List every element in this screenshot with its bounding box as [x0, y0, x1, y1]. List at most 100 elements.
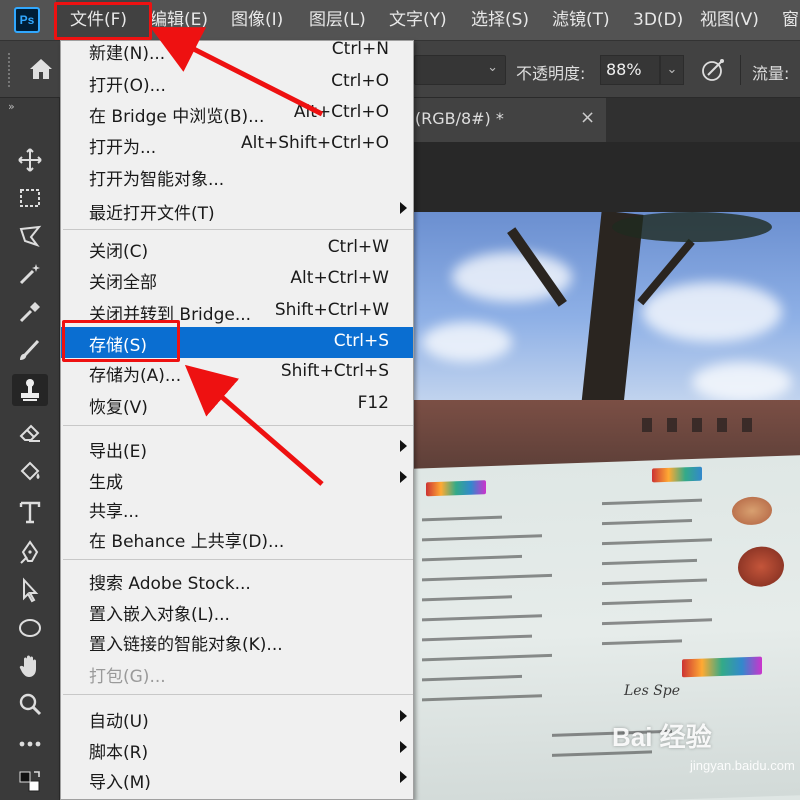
menu-item-export[interactable]: 导出(E) — [61, 433, 413, 464]
menu-item-label: 最近打开文件(T) — [89, 204, 215, 224]
submenu-arrow-icon — [400, 202, 407, 214]
menu-item-open-smart-object[interactable]: 打开为智能对象... — [61, 161, 413, 192]
menu-image[interactable]: 图像(I) — [231, 0, 283, 40]
menu-decoration — [682, 656, 762, 678]
menu-item-open[interactable]: 打开(O)... Ctrl+O — [61, 67, 413, 98]
menu-window[interactable]: 窗 — [782, 0, 799, 40]
menu-text-line — [602, 639, 682, 646]
flow-label: 流量: — [752, 64, 790, 83]
menu-text-line — [422, 634, 532, 642]
menu-text-line — [422, 515, 502, 522]
menu-text-line — [422, 554, 522, 562]
submenu-arrow-icon — [400, 771, 407, 783]
hand-icon[interactable] — [12, 650, 48, 682]
zoom-icon[interactable] — [12, 688, 48, 720]
menu-item-revert[interactable]: 恢复(V) F12 — [61, 389, 413, 420]
menu-item-recent-files[interactable]: 最近打开文件(T) — [61, 195, 413, 226]
file-menu-dropdown: 新建(N)... Ctrl+N 打开(O)... Ctrl+O 在 Bridge 中… — [60, 39, 414, 800]
close-icon[interactable]: × — [580, 107, 595, 128]
menu-text-line — [602, 558, 697, 566]
menu-text-line — [422, 614, 542, 622]
photoshop-window: Ps 文件(F) 编辑(E) 图像(I) 图层(L) 文字(Y) 选择(S) 滤… — [0, 0, 800, 800]
menu-item-search-adobe-stock[interactable]: 搜索 Adobe Stock... — [61, 565, 413, 596]
menu-item-label: 打开(O)... — [89, 76, 166, 96]
menu-item-place-linked[interactable]: 置入链接的智能对象(K)... — [61, 626, 413, 657]
menu-item-place-embedded[interactable]: 置入嵌入对象(L)... — [61, 596, 413, 627]
menu-text-line — [422, 573, 552, 582]
menu-type[interactable]: 文字(Y) — [389, 0, 447, 40]
menu-text-line — [602, 598, 692, 606]
menu-item-shortcut: Shift+Ctrl+S — [280, 361, 389, 381]
collapse-icon[interactable]: » — [8, 100, 15, 113]
menu-layer[interactable]: 图层(L) — [309, 0, 366, 40]
menu-item-share[interactable]: 共享... — [61, 493, 413, 524]
menu-item-browse-bridge[interactable]: 在 Bridge 中浏览(B)... Alt+Ctrl+O — [61, 98, 413, 129]
paint-bucket-icon[interactable] — [12, 456, 48, 488]
menu-item-scripts[interactable]: 脚本(R) — [61, 734, 413, 765]
menu-item-automate[interactable]: 自动(U) — [61, 703, 413, 734]
magic-wand-icon[interactable] — [12, 258, 48, 290]
color-swatch-icon[interactable] — [12, 766, 48, 798]
more-icon[interactable] — [12, 728, 48, 760]
menu-divider — [63, 559, 413, 560]
eyedropper-icon[interactable] — [12, 296, 48, 328]
photoshop-logo: Ps — [14, 7, 40, 33]
window — [667, 418, 677, 432]
airbrush-icon[interactable] — [700, 57, 726, 83]
brush-icon[interactable] — [12, 334, 48, 366]
menu-item-generate[interactable]: 生成 — [61, 464, 413, 495]
menu-item-close-all[interactable]: 关闭全部 Alt+Ctrl+W — [61, 264, 413, 295]
marquee-icon[interactable] — [12, 182, 48, 214]
menu-filter[interactable]: 滤镜(T) — [552, 0, 610, 40]
pen-icon[interactable] — [12, 536, 48, 568]
menu-item-label: 在 Behance 上共享(D)... — [89, 532, 285, 552]
options-grip[interactable] — [8, 53, 14, 87]
opacity-input[interactable]: 88% — [600, 55, 660, 85]
mode-select[interactable]: ⌄ — [414, 55, 506, 85]
move-icon[interactable] — [12, 144, 48, 176]
menu-text-line — [602, 618, 712, 626]
menu-item-open-as[interactable]: 打开为... Alt+Shift+Ctrl+O — [61, 129, 413, 160]
cloud — [422, 322, 512, 362]
menu-item-label: 打包(G)... — [89, 667, 166, 687]
annotation-box-file-menu — [54, 2, 152, 40]
menu-item-label: 导出(E) — [89, 442, 148, 462]
menu-edit[interactable]: 编辑(E) — [150, 0, 208, 40]
menu-item-label: 关闭全部 — [89, 273, 157, 293]
menu-text-line — [422, 595, 512, 602]
lasso-icon[interactable] — [12, 220, 48, 252]
submenu-arrow-icon — [400, 710, 407, 722]
submenu-arrow-icon — [400, 471, 407, 483]
menu-item-label: 生成 — [89, 473, 123, 493]
menu-item-shortcut: F12 — [357, 393, 389, 413]
menu-item-shortcut: Alt+Shift+Ctrl+O — [240, 133, 389, 153]
home-icon[interactable] — [28, 57, 54, 81]
eraser-icon[interactable] — [12, 416, 48, 448]
ellipse-icon[interactable] — [12, 612, 48, 644]
menu-text-line — [602, 578, 707, 586]
dish-image — [738, 545, 784, 588]
menu-view[interactable]: 视图(V) — [700, 0, 759, 40]
menu-decoration — [652, 466, 702, 483]
menu-item-shortcut: Ctrl+W — [327, 237, 389, 257]
chevron-down-icon: ⌄ — [487, 60, 498, 75]
type-icon[interactable] — [12, 496, 48, 528]
menu-item-share-behance[interactable]: 在 Behance 上共享(D)... — [61, 523, 413, 554]
opacity-dropdown-button[interactable]: ⌄ — [660, 55, 684, 85]
menu-item-label: 自动(U) — [89, 712, 149, 732]
menu-text-line — [602, 518, 692, 526]
menu-item-close[interactable]: 关闭(C) Ctrl+W — [61, 233, 413, 264]
menu-item-label: 共享... — [89, 502, 140, 522]
menu-select[interactable]: 选择(S) — [471, 0, 529, 40]
menu-item-shortcut: Alt+Ctrl+O — [293, 102, 389, 122]
menu-item-shortcut: Ctrl+O — [331, 71, 389, 91]
menu-3d[interactable]: 3D(D) — [633, 0, 683, 40]
menu-item-import[interactable]: 导入(M) — [61, 764, 413, 795]
tools-panel: » — [0, 98, 60, 800]
stamp-icon[interactable] — [12, 374, 48, 406]
path-select-icon[interactable] — [12, 574, 48, 606]
menu-item-label: 恢复(V) — [89, 398, 148, 418]
menu-text-line — [422, 674, 522, 682]
window — [717, 418, 727, 432]
document-image: Les Spe Bai 经验 jingyan.baidu.com — [412, 212, 800, 800]
